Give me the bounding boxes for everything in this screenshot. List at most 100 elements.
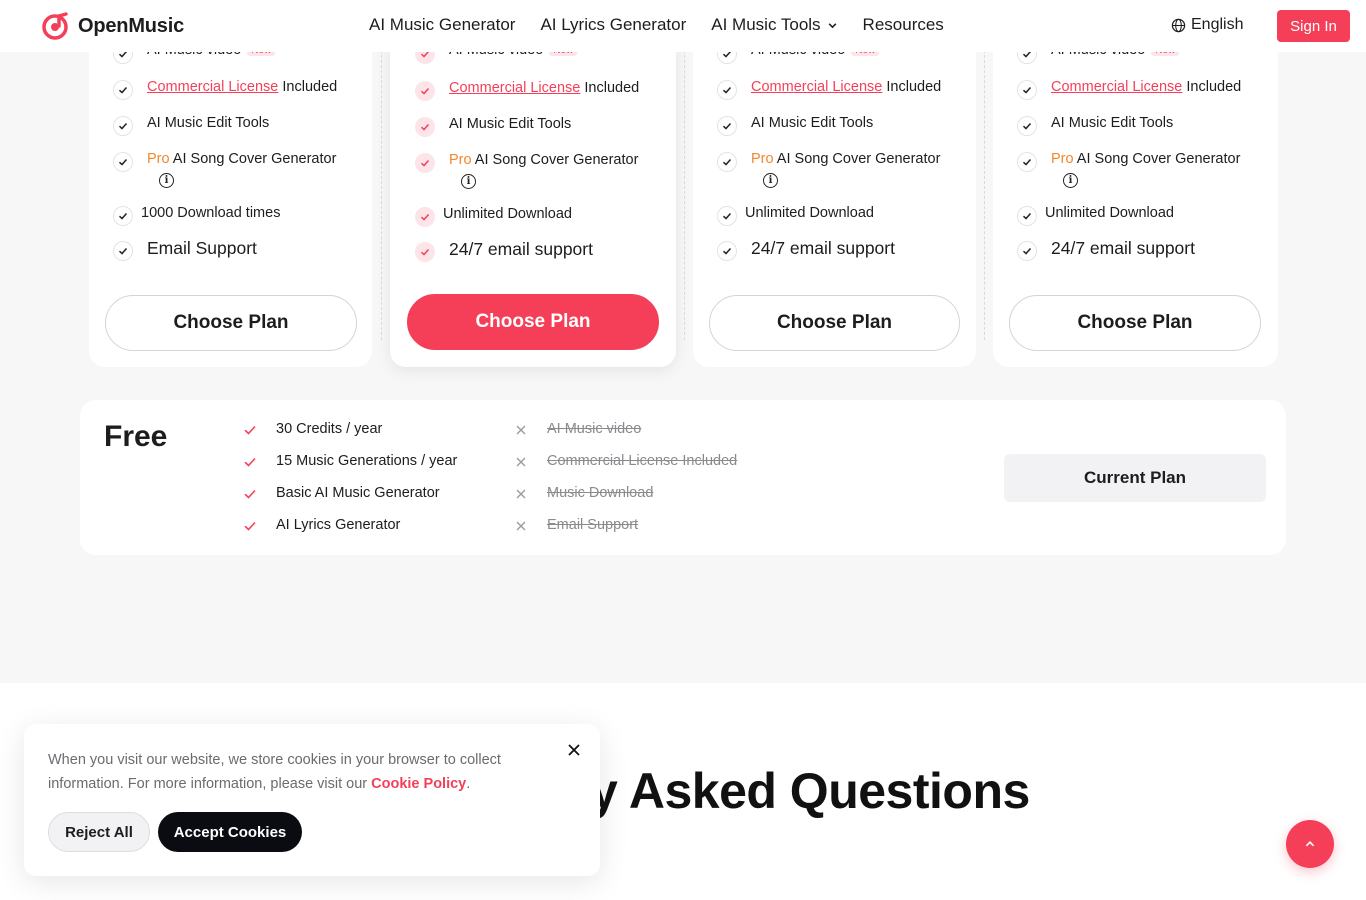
check-icon <box>722 86 732 94</box>
check-icon <box>118 86 128 94</box>
feature-download: Unlimited Download <box>745 205 874 221</box>
check-mark <box>113 241 133 261</box>
commercial-license-link[interactable]: Commercial License <box>449 80 580 96</box>
card-divider <box>684 40 685 340</box>
free-included-feature: AI Lyrics Generator <box>276 517 401 533</box>
check-icon <box>420 87 430 95</box>
check-icon <box>722 158 732 166</box>
cookie-period: . <box>466 776 471 792</box>
feature-label: AI Song Cover Generator <box>773 151 941 167</box>
feature-commercial-license: Commercial License Included <box>751 79 941 95</box>
feature-label: AI Music Edit Tools <box>449 116 572 132</box>
check-mark <box>717 80 737 100</box>
pro-label: Pro <box>1051 151 1074 167</box>
feature-label: Included <box>278 79 338 95</box>
cross-icon <box>516 457 526 467</box>
check-mark <box>1017 152 1037 172</box>
check-mark <box>1017 206 1037 226</box>
scroll-to-top-button[interactable] <box>1286 820 1334 868</box>
check-mark <box>717 241 737 261</box>
feature-label: AI Song Cover Generator <box>471 152 639 168</box>
feature-download: Unlimited Download <box>1045 205 1174 221</box>
choose-plan-button[interactable]: Choose Plan <box>105 295 357 351</box>
feature-label: AI Song Cover Generator <box>1073 151 1241 167</box>
main-nav: AI Music Generator AI Lyrics Generator A… <box>369 15 969 35</box>
nav-ai-lyrics-generator[interactable]: AI Lyrics Generator <box>540 15 686 35</box>
free-included-feature: 30 Credits / year <box>276 421 383 437</box>
feature-label: 1000 Download times <box>141 205 281 221</box>
check-icon <box>1022 158 1032 166</box>
check-mark <box>415 207 435 227</box>
nav-ai-music-tools[interactable]: AI Music Tools <box>711 15 837 35</box>
info-icon[interactable]: i <box>461 174 476 189</box>
info-icon[interactable]: i <box>159 173 174 188</box>
feature-edit-tools: AI Music Edit Tools <box>1051 115 1173 131</box>
commercial-license-link[interactable]: Commercial License <box>1051 79 1182 95</box>
feature-label: Included <box>1182 79 1242 95</box>
cookie-banner: When you visit our website, we store coo… <box>24 724 600 876</box>
nav-resources[interactable]: Resources <box>863 15 944 35</box>
reject-all-button[interactable]: Reject All <box>48 812 150 852</box>
feature-commercial-license: Commercial License Included <box>1051 79 1241 95</box>
sign-in-button[interactable]: Sign In <box>1277 10 1350 42</box>
check-icon <box>1022 122 1032 130</box>
check-icon <box>1022 86 1032 94</box>
chevron-up-icon <box>1305 841 1315 847</box>
close-icon[interactable] <box>567 743 581 757</box>
feature-label: AI Music Edit Tools <box>1051 115 1174 131</box>
free-excluded-feature: AI Music video <box>547 421 642 437</box>
info-icon[interactable]: i <box>763 173 778 188</box>
feature-label: 24/7 email support <box>1051 238 1195 258</box>
feature-download: Unlimited Download <box>443 206 572 222</box>
check-mark <box>415 242 435 262</box>
site-header: OpenMusic AI Music Generator AI Lyrics G… <box>0 0 1366 52</box>
free-excluded-feature: Music Download <box>547 485 654 501</box>
feature-song-cover: Pro AI Song Cover Generator <box>449 152 638 168</box>
feature-support: Email Support <box>147 238 257 259</box>
language-selector[interactable]: English <box>1171 16 1243 34</box>
feature-edit-tools: AI Music Edit Tools <box>449 116 571 132</box>
free-included-feature: Basic AI Music Generator <box>276 485 440 501</box>
feature-label: AI Song Cover Generator <box>169 151 337 167</box>
feature-download: 1000 Download times <box>141 205 280 221</box>
check-icon <box>244 521 256 531</box>
pro-label: Pro <box>147 151 170 167</box>
pro-label: Pro <box>449 152 472 168</box>
choose-plan-button[interactable]: Choose Plan <box>1009 295 1261 351</box>
check-mark <box>113 206 133 226</box>
chevron-down-icon <box>828 22 836 28</box>
feature-label: 24/7 email support <box>751 238 895 258</box>
info-icon[interactable]: i <box>1063 173 1078 188</box>
free-plan-panel: Free 30 Credits / year 15 Music Generatio… <box>80 400 1286 555</box>
check-mark <box>1017 241 1037 261</box>
check-mark <box>1017 80 1037 100</box>
feature-label: Included <box>580 80 640 96</box>
check-mark <box>113 80 133 100</box>
brand-name: OpenMusic <box>78 14 184 37</box>
check-icon <box>1022 212 1032 220</box>
feature-song-cover: Pro AI Song Cover Generator <box>751 151 940 167</box>
feature-label: Unlimited Download <box>745 205 874 221</box>
cross-icon <box>516 425 526 435</box>
choose-plan-button[interactable]: Choose Plan <box>709 295 960 351</box>
nav-ai-music-generator[interactable]: AI Music Generator <box>369 15 515 35</box>
free-plan-title: Free <box>104 420 168 453</box>
commercial-license-link[interactable]: Commercial License <box>147 79 278 95</box>
check-mark <box>113 152 133 172</box>
accept-cookies-button[interactable]: Accept Cookies <box>158 812 302 852</box>
choose-plan-button[interactable]: Choose Plan <box>407 294 659 350</box>
commercial-license-link[interactable]: Commercial License <box>751 79 882 95</box>
feature-edit-tools: AI Music Edit Tools <box>147 115 269 131</box>
brand-logo[interactable]: OpenMusic <box>42 12 184 40</box>
faq-title: y Asked Questions <box>590 763 1030 819</box>
check-icon <box>118 122 128 130</box>
feature-song-cover: Pro AI Song Cover Generator <box>147 151 336 167</box>
free-excluded-feature: Commercial License Included <box>547 453 738 469</box>
check-mark <box>717 206 737 226</box>
cookie-text: When you visit our website, we store coo… <box>48 748 558 796</box>
cookie-policy-link[interactable]: Cookie Policy <box>371 776 466 792</box>
current-plan-button[interactable]: Current Plan <box>1004 454 1266 502</box>
free-excluded-feature: Email Support <box>547 517 639 533</box>
cross-icon <box>516 489 526 499</box>
check-mark <box>415 153 435 173</box>
